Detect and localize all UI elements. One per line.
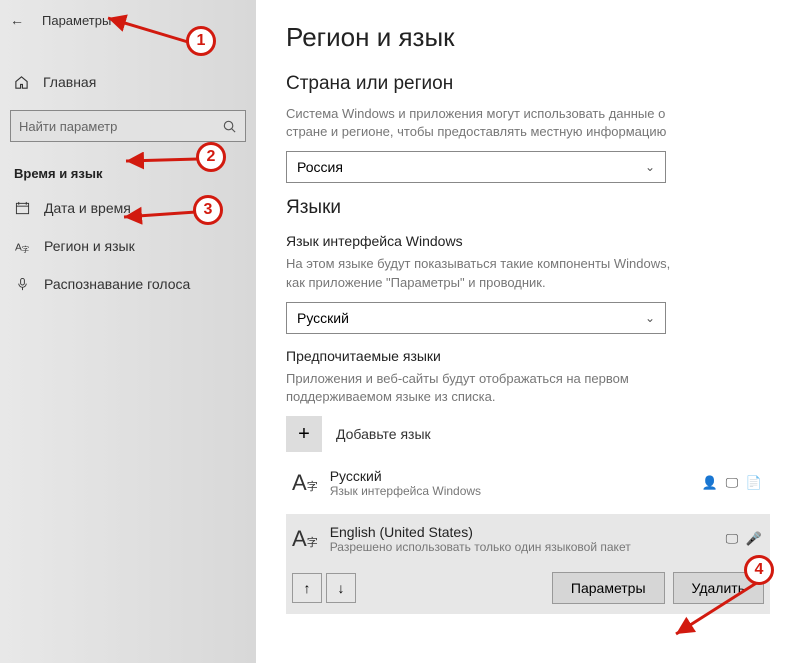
language-name: Русский xyxy=(330,468,702,484)
sidebar-header: ← Параметры xyxy=(0,0,256,36)
language-name: English (United States) xyxy=(330,524,726,540)
display-lang-value: Русский xyxy=(297,310,349,326)
language-subtitle: Разрешено использовать только один языко… xyxy=(330,540,726,554)
callout-2: 2 xyxy=(196,142,226,172)
calendar-icon xyxy=(14,201,30,216)
svg-text:字: 字 xyxy=(21,244,29,254)
add-language-button[interactable]: + xyxy=(286,416,322,452)
language-item-russian[interactable]: A字 Русский Язык интерфейса Windows 👤 🖵 📄 xyxy=(286,458,770,508)
search-box[interactable] xyxy=(10,110,246,142)
language-subtitle: Язык интерфейса Windows xyxy=(330,484,702,498)
region-select[interactable]: Россия ⌄ xyxy=(286,151,666,183)
language-actions-bar: ↑ ↓ Параметры Удалить xyxy=(286,564,770,614)
region-heading: Страна или регион xyxy=(286,73,770,95)
language-options-button[interactable]: Параметры xyxy=(552,572,665,604)
chevron-down-icon: ⌄ xyxy=(645,160,655,174)
language-feature-icons: 👤 🖵 📄 xyxy=(702,475,764,491)
preferred-description: Приложения и веб-сайты будут отображатьс… xyxy=(286,370,686,406)
callout-4: 4 xyxy=(744,555,774,585)
search-input[interactable] xyxy=(19,119,222,134)
language-feature-icons: 🖵 🎤 xyxy=(726,531,764,547)
arrow-up-icon: ↑ xyxy=(304,580,311,596)
display-lang-select[interactable]: Русский ⌄ xyxy=(286,302,666,334)
sidebar-item-region-language[interactable]: A字 Регион и язык xyxy=(0,227,256,265)
display-lang-description: На этом языке будут показываться такие к… xyxy=(286,255,686,291)
languages-heading: Языки xyxy=(286,197,770,219)
callout-3: 3 xyxy=(193,195,223,225)
preferred-label: Предпочитаемые языки xyxy=(286,348,770,364)
add-language-label: Добавьте язык xyxy=(336,426,431,442)
move-up-button[interactable]: ↑ xyxy=(292,573,322,603)
back-icon[interactable]: ← xyxy=(10,12,24,28)
display-lang-label: Язык интерфейса Windows xyxy=(286,233,770,249)
home-label: Главная xyxy=(43,74,96,90)
home-icon xyxy=(14,75,29,90)
language-glyph-icon: A字 xyxy=(292,470,318,496)
region-value: Россия xyxy=(297,159,343,175)
main-content: Регион и язык Страна или регион Система … xyxy=(256,0,800,663)
language-item-english[interactable]: A字 English (United States) Разрешено исп… xyxy=(286,514,770,564)
nav-label: Распознавание голоса xyxy=(44,276,190,292)
region-description: Система Windows и приложения могут испол… xyxy=(286,105,686,141)
nav-label: Дата и время xyxy=(44,200,131,216)
search-icon xyxy=(222,119,237,134)
sidebar: ← Параметры Главная Время и язык Дата и … xyxy=(0,0,256,663)
chevron-down-icon: ⌄ xyxy=(645,311,655,325)
move-down-button[interactable]: ↓ xyxy=(326,573,356,603)
header-title: Параметры xyxy=(42,13,111,28)
arrow-down-icon: ↓ xyxy=(338,580,345,596)
plus-icon: + xyxy=(298,423,310,446)
sidebar-item-speech[interactable]: Распознавание голоса xyxy=(0,265,256,303)
add-language-row: + Добавьте язык xyxy=(286,416,770,452)
page-title: Регион и язык xyxy=(286,22,770,53)
language-icon: A字 xyxy=(14,239,30,254)
nav-label: Регион и язык xyxy=(44,238,135,254)
microphone-icon xyxy=(14,277,30,292)
sidebar-home[interactable]: Главная xyxy=(0,64,256,100)
language-glyph-icon: A字 xyxy=(292,526,318,552)
callout-1: 1 xyxy=(186,26,216,56)
